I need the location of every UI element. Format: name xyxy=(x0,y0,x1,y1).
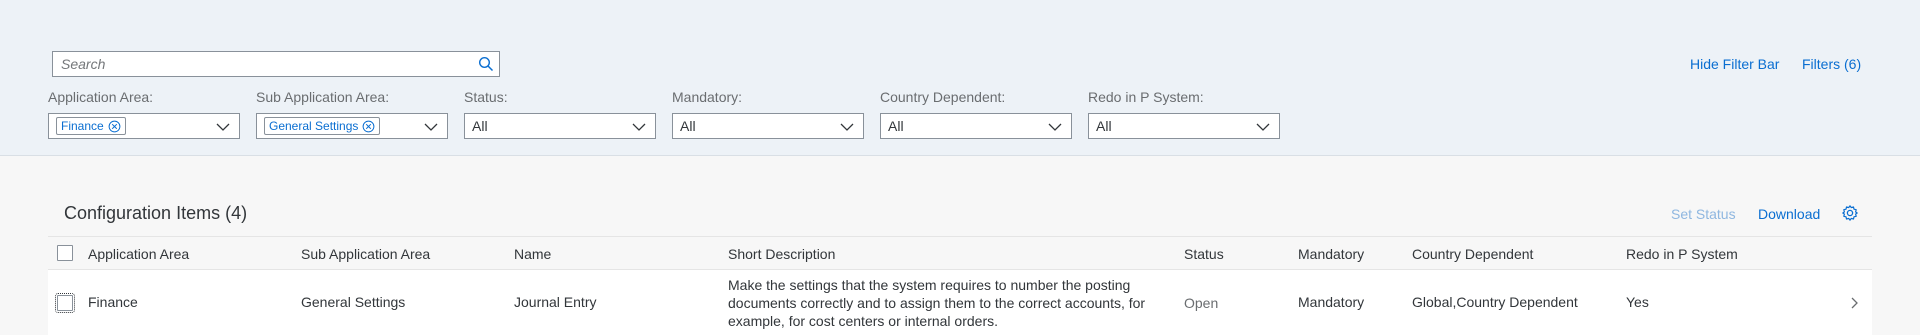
search-field[interactable] xyxy=(52,51,500,77)
chevron-down-icon[interactable] xyxy=(215,120,231,134)
country-dependent-select[interactable]: All xyxy=(880,113,1072,139)
row-checkbox[interactable] xyxy=(55,293,75,313)
token-label: Finance xyxy=(61,119,104,133)
search-input[interactable] xyxy=(53,52,473,76)
filters-button[interactable]: Filters (6) xyxy=(1802,56,1861,72)
filter-token[interactable]: Finance xyxy=(56,117,126,135)
table-header: Application Area Sub Application Area Na… xyxy=(48,236,1872,270)
cell-application-area: Finance xyxy=(88,294,138,310)
select-value: All xyxy=(680,118,696,134)
token-label: General Settings xyxy=(269,119,359,133)
chevron-right-icon[interactable] xyxy=(1848,296,1860,310)
select-all-checkbox[interactable] xyxy=(57,245,73,261)
redo-in-p-system-select[interactable]: All xyxy=(1088,113,1280,139)
cell-sub-application-area: General Settings xyxy=(301,294,406,310)
column-header-application-area[interactable]: Application Area xyxy=(88,246,189,262)
filter-label: Redo in P System: xyxy=(1088,89,1204,105)
download-button[interactable]: Download xyxy=(1758,206,1820,222)
filter-application-area: Application Area: Finance xyxy=(48,88,240,139)
cell-name: Journal Entry xyxy=(514,294,597,310)
filter-label: Status: xyxy=(464,89,508,105)
filter-label: Application Area: xyxy=(48,89,154,105)
gear-icon[interactable] xyxy=(1841,204,1859,222)
filter-label: Country Dependent: xyxy=(880,89,1006,105)
column-header-short-description[interactable]: Short Description xyxy=(728,246,835,262)
chevron-down-icon[interactable] xyxy=(1047,120,1063,134)
sub-application-area-multicombobox[interactable]: General Settings xyxy=(256,113,448,139)
filter-sub-application-area: Sub Application Area: General Settings xyxy=(256,88,448,139)
chevron-down-icon[interactable] xyxy=(423,120,439,134)
column-header-sub-application-area[interactable]: Sub Application Area xyxy=(301,246,430,262)
column-header-name[interactable]: Name xyxy=(514,246,551,262)
application-area-multicombobox[interactable]: Finance xyxy=(48,113,240,139)
select-value: All xyxy=(1096,118,1112,134)
cell-redo-in-p-system: Yes xyxy=(1626,294,1649,310)
filter-redo-in-p-system: Redo in P System: All xyxy=(1088,88,1280,139)
set-status-button[interactable]: Set Status xyxy=(1671,206,1736,222)
cell-mandatory: Mandatory xyxy=(1298,294,1365,310)
cell-country-dependent: Global,Country Dependent xyxy=(1412,294,1578,310)
filter-token[interactable]: General Settings xyxy=(264,117,381,135)
configuration-items-table: Application Area Sub Application Area Na… xyxy=(48,236,1872,335)
cell-status: Open xyxy=(1184,295,1219,311)
select-value: All xyxy=(472,118,488,134)
remove-circle-icon[interactable] xyxy=(362,120,375,133)
chevron-down-icon[interactable] xyxy=(631,120,647,134)
chevron-down-icon[interactable] xyxy=(839,120,855,134)
column-header-country-dependent[interactable]: Country Dependent xyxy=(1412,246,1533,262)
column-header-redo-in-p-system[interactable]: Redo in P System xyxy=(1626,246,1738,262)
table-title: Configuration Items (4) xyxy=(64,203,248,223)
column-header-mandatory[interactable]: Mandatory xyxy=(1298,246,1364,262)
column-header-status[interactable]: Status xyxy=(1184,246,1224,262)
select-value: All xyxy=(888,118,904,134)
filter-label: Sub Application Area: xyxy=(256,89,390,105)
table-row[interactable]: Finance General Settings Journal Entry M… xyxy=(48,270,1872,335)
filter-mandatory: Mandatory: All xyxy=(672,88,864,139)
filter-bar: Hide Filter Bar Filters (6) Application … xyxy=(0,0,1920,156)
mandatory-select[interactable]: All xyxy=(672,113,864,139)
search-icon[interactable] xyxy=(473,52,499,76)
filter-country-dependent: Country Dependent: All xyxy=(880,88,1072,139)
filter-label: Mandatory: xyxy=(672,89,743,105)
cell-short-description: Make the settings that the system requir… xyxy=(728,277,1146,329)
filter-status: Status: All xyxy=(464,88,656,139)
chevron-down-icon[interactable] xyxy=(1255,120,1271,134)
hide-filter-bar-button[interactable]: Hide Filter Bar xyxy=(1690,56,1779,72)
status-select[interactable]: All xyxy=(464,113,656,139)
remove-circle-icon[interactable] xyxy=(108,120,121,133)
table-toolbar: Configuration Items (4) Set Status Downl… xyxy=(48,198,1872,238)
